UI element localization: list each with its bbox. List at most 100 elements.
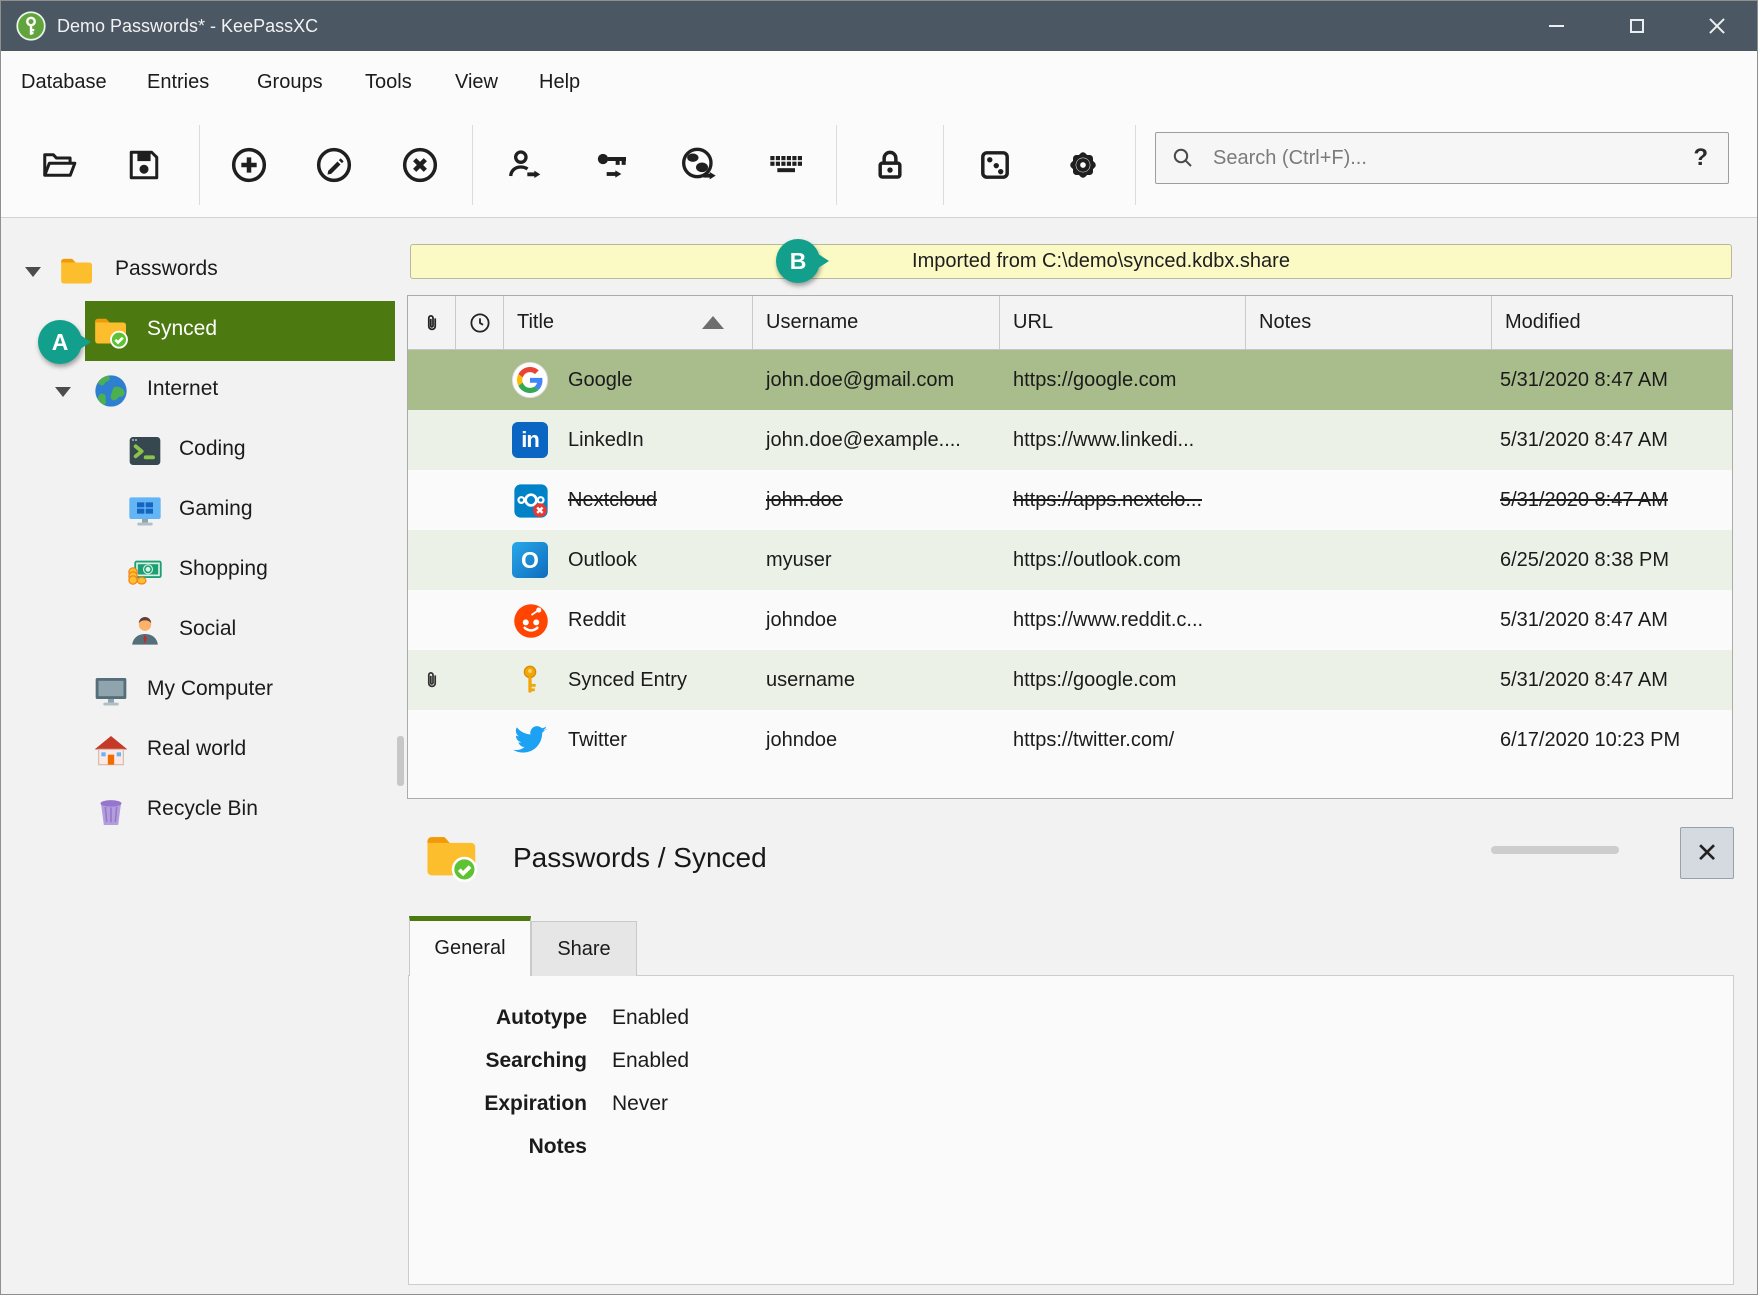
close-window-button[interactable] [1687, 1, 1747, 51]
entry-row-outlook[interactable]: Outlook myuser https://outlook.com 6/25/… [408, 530, 1732, 590]
search-help-icon[interactable]: ? [1693, 144, 1708, 172]
entry-username: john.doe@example.... [766, 429, 961, 452]
clock-icon [468, 311, 492, 335]
callout-b: B [776, 239, 820, 283]
entry-url: https://twitter.com/ [1013, 729, 1174, 752]
tab-label: Share [557, 938, 610, 961]
expander-icon[interactable] [55, 387, 71, 397]
house-icon [91, 731, 131, 771]
search-input[interactable] [1213, 147, 1693, 170]
lock-database-button[interactable] [864, 139, 916, 191]
entry-row-linkedin[interactable]: LinkedIn john.doe@example.... https://ww… [408, 410, 1732, 470]
toolbar-separator [943, 125, 944, 205]
main-area: Passwords Synced Internet Coding [1, 218, 1758, 1295]
twitter-icon [512, 722, 548, 758]
column-header-modified[interactable]: Modified [1492, 296, 1732, 349]
reddit-icon [512, 602, 548, 638]
sidebar-item-recycle-bin[interactable]: Recycle Bin [1, 781, 399, 841]
menu-entries[interactable]: Entries [139, 51, 217, 113]
entry-url: https://www.linkedi... [1013, 429, 1194, 452]
column-header-username[interactable]: Username [753, 296, 1000, 349]
sidebar-item-passwords[interactable]: Passwords [1, 241, 399, 301]
password-generator-button[interactable] [969, 139, 1021, 191]
entry-row-nextcloud[interactable]: Nextcloud john.doe https://apps.nextclo.… [408, 470, 1732, 530]
entry-title: LinkedIn [568, 429, 644, 452]
nextcloud-expired-icon [512, 482, 548, 518]
sidebar-item-my-computer[interactable]: My Computer [1, 661, 399, 721]
computer-icon [91, 671, 131, 711]
entry-modified: 5/31/2020 8:47 AM [1500, 429, 1668, 452]
new-entry-button[interactable] [223, 139, 275, 191]
entry-row-synced-entry[interactable]: Synced Entry username https://google.com… [408, 650, 1732, 710]
column-header-notes[interactable]: Notes [1246, 296, 1492, 349]
entry-title: Outlook [568, 549, 637, 572]
money-icon [125, 551, 165, 591]
entry-row-google[interactable]: Google john.doe@gmail.com https://google… [408, 350, 1732, 410]
close-icon: ✕ [1696, 838, 1719, 869]
entry-username: john.doe@gmail.com [766, 369, 954, 392]
edit-entry-button[interactable] [308, 139, 360, 191]
menu-view[interactable]: View [447, 51, 506, 113]
column-header-title[interactable]: Title [504, 296, 753, 349]
entry-modified: 6/25/2020 8:38 PM [1500, 549, 1669, 572]
field-label: Searching [409, 1049, 587, 1073]
paperclip-icon [421, 312, 443, 334]
close-panel-button[interactable]: ✕ [1680, 827, 1734, 879]
sidebar-item-shopping[interactable]: Shopping [1, 541, 399, 601]
callout-a: A [38, 320, 82, 364]
perform-autotype-button[interactable] [760, 139, 812, 191]
column-label: URL [1013, 311, 1053, 334]
entry-row-reddit[interactable]: Reddit johndoe https://www.reddit.c... 5… [408, 590, 1732, 650]
menu-bar: Database Entries Groups Tools View Help [1, 51, 1757, 113]
entry-title: Synced Entry [568, 669, 687, 692]
menu-database[interactable]: Database [13, 51, 115, 113]
field-value: Enabled [612, 1006, 689, 1030]
maximize-button[interactable] [1607, 1, 1667, 51]
sidebar-item-internet[interactable]: Internet [1, 361, 399, 421]
sidebar-item-real-world[interactable]: Real world [1, 721, 399, 781]
minimize-button[interactable] [1526, 1, 1586, 51]
delete-entry-button[interactable] [394, 139, 446, 191]
column-header-expiry[interactable] [456, 296, 504, 349]
import-banner: Imported from C:\demo\synced.kdbx.share [410, 244, 1732, 279]
menu-groups[interactable]: Groups [249, 51, 331, 113]
sidebar-item-label: Passwords [115, 257, 218, 281]
entry-url: https://google.com [1013, 369, 1176, 392]
folder-icon [57, 251, 97, 291]
save-database-button[interactable] [118, 139, 170, 191]
column-header-url[interactable]: URL [1000, 296, 1246, 349]
sidebar-item-gaming[interactable]: Gaming [1, 481, 399, 541]
entry-row-twitter[interactable]: Twitter johndoe https://twitter.com/ 6/1… [408, 710, 1732, 770]
tab-general[interactable]: General [409, 916, 531, 976]
keepassxc-logo-icon [16, 11, 46, 41]
settings-button[interactable] [1057, 139, 1109, 191]
search-box: ? [1155, 132, 1729, 184]
toolbar-separator [472, 125, 473, 205]
column-header-attachment[interactable] [408, 296, 456, 349]
tab-share[interactable]: Share [531, 921, 637, 976]
entry-url: https://www.reddit.c... [1013, 609, 1203, 632]
group-panel-title: Passwords / Synced [513, 842, 767, 874]
open-database-button[interactable] [33, 139, 85, 191]
close-icon [1708, 17, 1726, 35]
entry-url: https://outlook.com [1013, 549, 1181, 572]
sidebar-scrollbar[interactable] [397, 736, 404, 786]
copy-url-button[interactable] [673, 139, 725, 191]
sidebar-item-coding[interactable]: Coding [1, 421, 399, 481]
entry-modified: 5/31/2020 8:47 AM [1500, 609, 1668, 632]
menu-help[interactable]: Help [531, 51, 588, 113]
window-titlebar[interactable]: Demo Passwords* - KeePassXC [1, 1, 1757, 51]
field-label: Notes [409, 1135, 587, 1159]
expander-icon[interactable] [25, 267, 41, 277]
sidebar-item-social[interactable]: Social [1, 601, 399, 661]
person-icon [125, 611, 165, 651]
copy-password-button[interactable] [586, 139, 638, 191]
horizontal-scrollbar[interactable] [1491, 846, 1619, 854]
column-label: Title [517, 311, 554, 334]
copy-username-button[interactable] [499, 139, 551, 191]
field-searching: SearchingEnabled [409, 1049, 689, 1073]
keepassxc-window: Demo Passwords* - KeePassXC Database Ent… [0, 0, 1758, 1295]
outlook-icon [512, 542, 548, 578]
recycle-bin-icon [91, 791, 131, 831]
menu-tools[interactable]: Tools [357, 51, 420, 113]
